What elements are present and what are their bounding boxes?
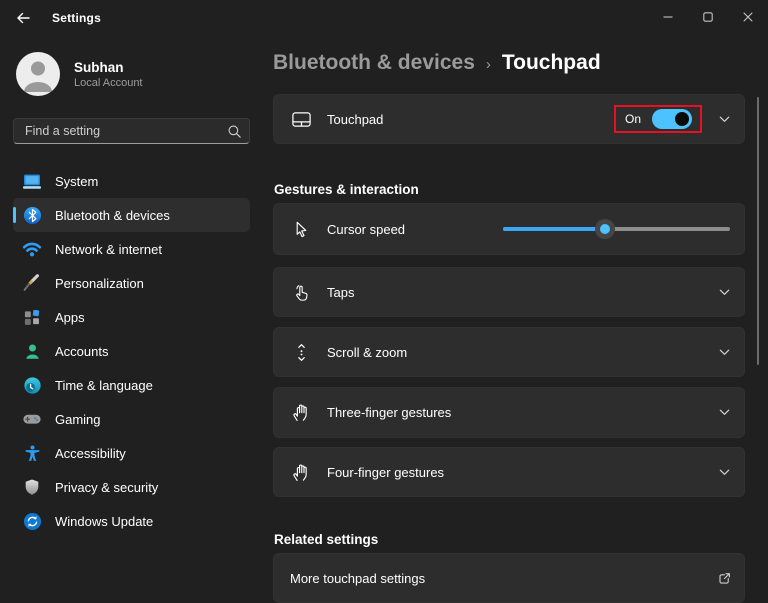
maximize-button[interactable]: [688, 0, 728, 33]
sidebar: Subhan Local Account System: [0, 36, 260, 581]
touchpad-toggle[interactable]: [652, 109, 692, 129]
back-button[interactable]: [8, 4, 38, 32]
selected-accent-pill: [13, 207, 16, 223]
sidebar-item-label: Accounts: [55, 343, 109, 359]
sidebar-item-windows-update[interactable]: Windows Update: [13, 504, 250, 538]
chevron-down-icon: [716, 405, 732, 421]
main-content: Bluetooth & devices › Touchpad Touchpad …: [260, 36, 768, 603]
accounts-icon: [22, 341, 42, 361]
scroll-zoom-label: Scroll & zoom: [327, 344, 408, 360]
personalization-icon: [22, 273, 42, 293]
breadcrumb-separator-icon: ›: [485, 55, 491, 73]
more-touchpad-settings-link[interactable]: More touchpad settings: [273, 553, 745, 603]
touchpad-card[interactable]: Touchpad On: [273, 94, 745, 144]
close-button[interactable]: [728, 0, 768, 33]
more-touchpad-settings-label: More touchpad settings: [290, 570, 426, 586]
taps-label: Taps: [327, 284, 355, 300]
chevron-down-icon: [716, 284, 732, 300]
user-account-type: Local Account: [74, 76, 143, 89]
avatar: [16, 52, 60, 96]
time-language-icon: [22, 375, 42, 395]
section-related-settings: Related settings: [274, 532, 379, 547]
sidebar-item-label: Personalization: [55, 275, 144, 291]
sidebar-item-time-language[interactable]: Time & language: [13, 368, 250, 402]
accessibility-icon: [22, 443, 42, 463]
sidebar-item-accessibility[interactable]: Accessibility: [13, 436, 250, 470]
hand-icon: [290, 402, 312, 424]
sidebar-item-label: Privacy & security: [55, 479, 159, 495]
sidebar-item-label: Accessibility: [55, 445, 126, 461]
slider-thumb-dot: [600, 224, 611, 234]
breadcrumb: Bluetooth & devices › Touchpad: [273, 51, 601, 75]
maximize-icon: [701, 10, 715, 24]
arrow-left-icon: [15, 10, 31, 26]
sidebar-item-apps[interactable]: Apps: [13, 300, 250, 334]
chevron-down-icon: [716, 344, 732, 360]
sidebar-item-label: Gaming: [55, 411, 101, 427]
sidebar-nav: System Bluetooth & devices Network & int…: [13, 164, 250, 538]
system-icon: [22, 171, 42, 191]
settings-window: { "titlebar": { "title": "Settings" }, "…: [0, 0, 768, 603]
user-name: Subhan: [74, 59, 124, 75]
window-controls: [648, 0, 768, 33]
section-gestures-interaction: Gestures & interaction: [274, 182, 419, 197]
slider-thumb[interactable]: [595, 219, 616, 239]
privacy-icon: [22, 477, 42, 497]
minimize-button[interactable]: [648, 0, 688, 33]
sidebar-item-label: Network & internet: [55, 241, 162, 257]
windows-update-icon: [22, 511, 42, 531]
network-icon: [22, 239, 42, 259]
apps-icon: [22, 307, 42, 327]
tap-finger-icon: [290, 281, 312, 303]
app-title: Settings: [52, 11, 101, 25]
external-link-icon: [716, 570, 732, 586]
cursor-speed-card: Cursor speed: [273, 203, 745, 255]
expander-taps[interactable]: Taps: [273, 267, 745, 317]
touchpad-icon: [290, 108, 312, 130]
touchpad-label: Touchpad: [327, 111, 384, 127]
four-finger-label: Four-finger gestures: [327, 464, 445, 480]
sidebar-item-label: System: [55, 173, 99, 189]
close-icon: [741, 10, 755, 24]
sidebar-item-privacy-security[interactable]: Privacy & security: [13, 470, 250, 504]
sidebar-item-label: Bluetooth & devices: [55, 207, 170, 223]
chevron-down-icon: [716, 111, 732, 127]
minimize-icon: [661, 10, 675, 24]
slider-fill: [503, 219, 616, 239]
gaming-icon: [22, 409, 42, 429]
search-input[interactable]: [14, 119, 219, 143]
touchpad-toggle-highlight-box: On: [613, 105, 702, 133]
hand-icon: [290, 461, 312, 483]
cursor-speed-label: Cursor speed: [327, 221, 406, 237]
vertical-scrollbar[interactable]: [757, 97, 759, 365]
sidebar-item-label: Time & language: [55, 377, 153, 393]
sidebar-item-accounts[interactable]: Accounts: [13, 334, 250, 368]
sidebar-item-gaming[interactable]: Gaming: [13, 402, 250, 436]
search-icon[interactable]: [219, 124, 249, 139]
titlebar: Settings: [0, 0, 768, 36]
bluetooth-icon: [22, 205, 42, 225]
page-title: Touchpad: [501, 51, 601, 74]
toggle-state-label: On: [624, 112, 641, 126]
sidebar-item-bluetooth-devices[interactable]: Bluetooth & devices: [13, 198, 250, 232]
cursor-icon: [290, 218, 312, 240]
sidebar-item-label: Apps: [55, 309, 85, 325]
search-box: [13, 118, 250, 144]
scroll-icon: [290, 341, 312, 363]
expander-scroll-zoom[interactable]: Scroll & zoom: [273, 327, 745, 377]
expander-three-finger-gestures[interactable]: Three-finger gestures: [273, 387, 745, 438]
chevron-down-icon: [716, 464, 732, 480]
user-profile[interactable]: Subhan Local Account: [0, 36, 260, 96]
sidebar-item-personalization[interactable]: Personalization: [13, 266, 250, 300]
sidebar-item-system[interactable]: System: [13, 164, 250, 198]
expander-four-finger-gestures[interactable]: Four-finger gestures: [273, 447, 745, 497]
three-finger-label: Three-finger gestures: [327, 405, 452, 420]
breadcrumb-parent[interactable]: Bluetooth & devices: [273, 51, 475, 75]
toggle-knob: [675, 112, 689, 126]
cursor-speed-slider[interactable]: [503, 219, 730, 239]
sidebar-item-network-internet[interactable]: Network & internet: [13, 232, 250, 266]
sidebar-item-label: Windows Update: [55, 513, 154, 529]
user-text: Subhan Local Account: [74, 59, 143, 90]
